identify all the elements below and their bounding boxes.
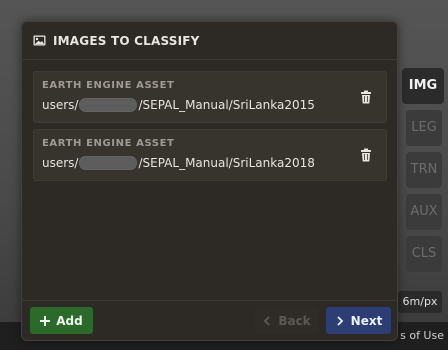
asset-path-prefix: users/ bbox=[42, 156, 79, 170]
back-button-label: Back bbox=[278, 313, 311, 328]
back-button[interactable]: Back bbox=[255, 307, 318, 334]
images-to-classify-panel: IMAGES TO CLASSIFY EARTH ENGINE ASSET us… bbox=[21, 21, 398, 341]
asset-path-prefix: users/ bbox=[42, 98, 79, 112]
chevron-left-icon bbox=[264, 315, 270, 326]
next-button[interactable]: Next bbox=[326, 307, 391, 334]
add-button-label: Add bbox=[56, 313, 83, 328]
asset-path-suffix: /SEPAL_Manual/SriLanka2015 bbox=[138, 98, 315, 112]
map-scale-readout: 6m/px bbox=[398, 291, 442, 313]
tab-classifier[interactable]: CLS bbox=[406, 236, 442, 272]
redacted-username-mask bbox=[79, 156, 138, 170]
plus-icon bbox=[40, 315, 51, 326]
panel-header: IMAGES TO CLASSIFY bbox=[22, 22, 397, 60]
tab-training[interactable]: TRN bbox=[406, 152, 442, 188]
asset-card[interactable]: EARTH ENGINE ASSET users/ /SEPAL_Manual/S… bbox=[33, 71, 387, 123]
chevron-right-icon bbox=[337, 315, 343, 326]
terms-of-use-link[interactable]: s of Use bbox=[400, 329, 444, 343]
panel-title: IMAGES TO CLASSIFY bbox=[53, 33, 200, 48]
tab-auxiliary[interactable]: AUX bbox=[406, 194, 442, 230]
trash-icon[interactable] bbox=[360, 90, 372, 104]
redacted-username-mask bbox=[79, 98, 138, 112]
image-icon bbox=[33, 35, 46, 46]
app-screen: s of Use 6m/px IMG LEG TRN AUX CLS IMAGE… bbox=[0, 0, 448, 350]
panel-footer-divider bbox=[22, 300, 397, 301]
trash-icon[interactable] bbox=[360, 148, 372, 162]
asset-path: users/ /SEPAL_Manual/SriLanka2018 bbox=[42, 156, 315, 170]
asset-path: users/ /SEPAL_Manual/SriLanka2015 bbox=[42, 98, 315, 112]
next-button-label: Next bbox=[350, 313, 383, 328]
asset-path-suffix: /SEPAL_Manual/SriLanka2018 bbox=[138, 156, 315, 170]
add-button[interactable]: Add bbox=[30, 307, 93, 334]
tab-images[interactable]: IMG bbox=[402, 68, 444, 104]
asset-card[interactable]: EARTH ENGINE ASSET users/ /SEPAL_Manual/S… bbox=[33, 129, 387, 181]
asset-type-label: EARTH ENGINE ASSET bbox=[42, 80, 175, 91]
tab-legend[interactable]: LEG bbox=[406, 110, 442, 146]
asset-type-label: EARTH ENGINE ASSET bbox=[42, 138, 175, 149]
